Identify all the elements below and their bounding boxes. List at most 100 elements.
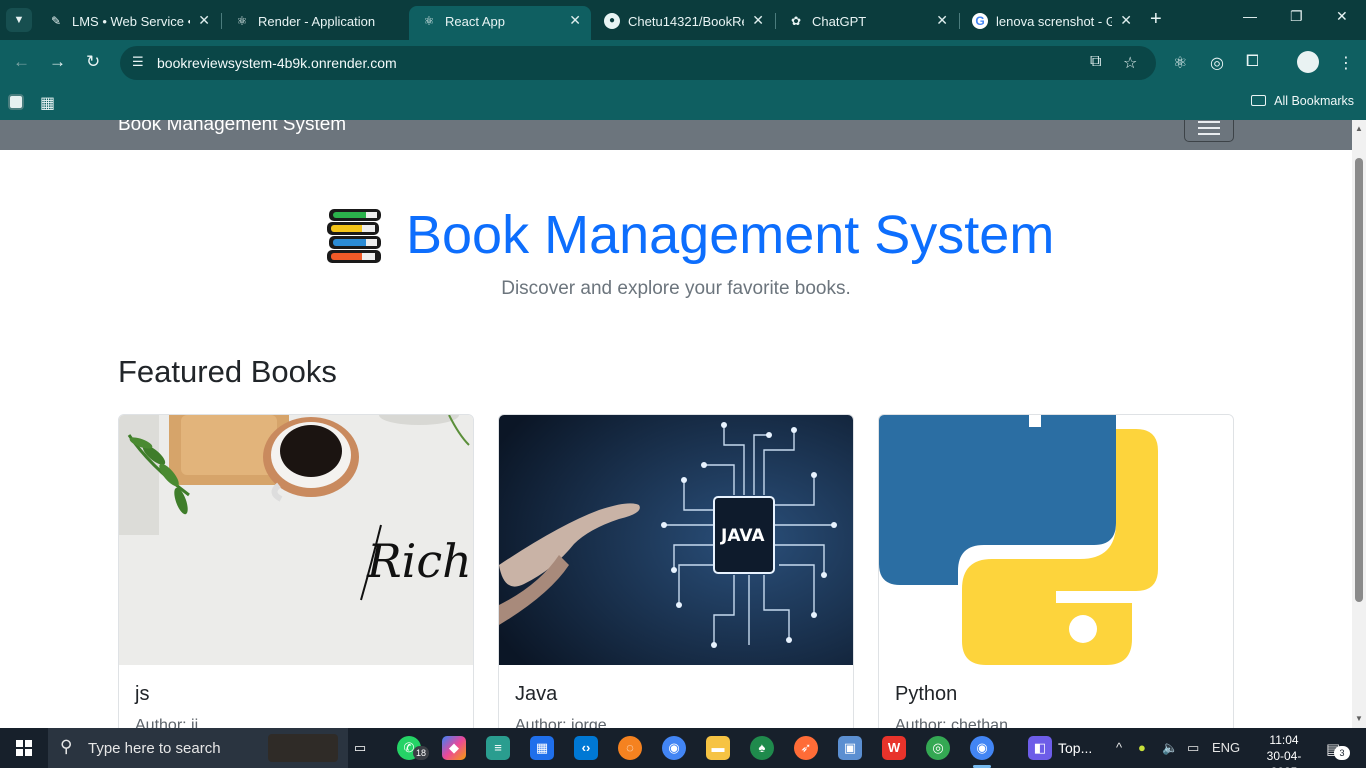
url-text[interactable]: bookreviewsystem-4b9k.onrender.com — [157, 55, 397, 71]
app-square-icon[interactable] — [8, 94, 24, 110]
microsoft-store-icon[interactable]: ▦ — [530, 736, 554, 760]
hero-title: Book Management System — [406, 205, 1055, 265]
search-placeholder: Type here to search — [88, 740, 221, 757]
taskbar: ⚲ Type here to search ▭ ✆ 18 ◆ ≡ ▦ ‹› ◌ … — [0, 728, 1366, 779]
install-app-icon[interactable]: ⧉ — [1090, 53, 1101, 71]
react-icon: ⚛ — [423, 14, 435, 28]
book-title: Java — [515, 683, 558, 705]
tab-lms[interactable]: ✎ LMS • Web Service • ✕ — [36, 6, 220, 40]
tab-title: React App — [445, 14, 505, 29]
restore-button[interactable]: ❐ — [1290, 8, 1303, 25]
forward-button[interactable]: → — [49, 52, 66, 72]
chrome-active-icon[interactable]: ◉ — [970, 736, 994, 760]
chrome-icon[interactable]: ◉ — [662, 736, 686, 760]
book-card-js[interactable]: Richa js Author: jj — [118, 414, 474, 728]
all-bookmarks-label: All Bookmarks — [1274, 94, 1354, 108]
apps-grid-icon[interactable]: ▦ — [40, 93, 55, 113]
taskbar-search[interactable]: ⚲ Type here to search — [48, 728, 348, 768]
book-author: Author: chethan — [895, 717, 1008, 728]
render-icon: ✎ — [50, 14, 62, 28]
bookmark-star-icon[interactable]: ☆ — [1123, 53, 1137, 73]
tab-title: Render - Application Lo — [258, 14, 378, 29]
address-toolbar: ← → ↻ ☰ bookreviewsystem-4b9k.onrender.c… — [0, 40, 1366, 86]
tab-title: ChatGPT — [812, 14, 867, 29]
new-tab-button[interactable]: + — [1150, 8, 1162, 31]
close-icon[interactable]: ✕ — [1120, 12, 1132, 29]
search-highlight-image — [268, 734, 338, 762]
windows-start-icon[interactable] — [16, 740, 32, 756]
google-icon: G — [972, 13, 988, 29]
chrome-profile-icon[interactable]: ◎ — [926, 736, 950, 760]
react-devtools-icon[interactable]: ⚛ — [1173, 53, 1187, 73]
image-viewer-icon[interactable]: ▣ — [838, 736, 862, 760]
tab-search-button[interactable]: ▼ — [6, 8, 32, 32]
scroll-down-icon[interactable]: ▼ — [1355, 714, 1363, 723]
tab-render[interactable]: ⚛ Render - Application Lo — [222, 6, 408, 40]
wps-office-icon[interactable]: W — [882, 736, 906, 760]
taskbar-app-label[interactable]: Top... — [1058, 740, 1092, 756]
tab-google[interactable]: G lenova screnshot - Go ✕ — [960, 6, 1142, 40]
hero-subtitle: Discover and explore your favorite books… — [501, 278, 851, 299]
app-stack-icon[interactable]: ≡ — [486, 736, 510, 760]
tab-react-app[interactable]: ⚛ React App ✕ — [409, 6, 591, 40]
reload-button[interactable]: ↻ — [86, 52, 100, 72]
back-button[interactable]: ← — [13, 52, 30, 72]
tab-chatgpt[interactable]: ✿ ChatGPT ✕ — [776, 6, 958, 40]
close-icon[interactable]: ✕ — [569, 12, 581, 29]
scrollbar-thumb[interactable] — [1355, 158, 1363, 602]
language-indicator[interactable]: ENG — [1212, 740, 1240, 755]
close-icon[interactable]: ✕ — [752, 12, 764, 29]
book-author: Author: jorge — [515, 717, 607, 728]
omnibox[interactable]: ☰ bookreviewsystem-4b9k.onrender.com ⧉ ☆ — [120, 46, 1156, 80]
tab-title: Chetu14321/BookRev — [628, 14, 744, 29]
navbar-brand[interactable]: Book Management System — [118, 120, 346, 136]
extension-record-icon[interactable]: ◎ — [1210, 53, 1224, 73]
taskbar-clock[interactable]: 11:04 30-04-2025 — [1256, 732, 1312, 780]
tray-overflow-icon[interactable]: ^ — [1116, 740, 1122, 755]
github-icon: ● — [604, 13, 620, 29]
folder-icon — [1251, 95, 1267, 106]
site-info-icon[interactable]: ☰ — [132, 54, 150, 72]
menu-kebab-icon[interactable]: ⋮ — [1338, 53, 1354, 73]
clock-time: 11:04 — [1269, 733, 1299, 747]
clock-date: 30-04-2025 — [1266, 749, 1302, 779]
mongodb-icon[interactable]: ♠ — [750, 736, 774, 760]
close-window-button[interactable]: ✕ — [1336, 8, 1348, 25]
book-cover-image: JAVA — [499, 415, 853, 665]
profile-avatar[interactable] — [1297, 51, 1319, 73]
close-icon[interactable]: ✕ — [936, 12, 948, 29]
page-viewport: Book Management System Book Management S… — [0, 120, 1352, 728]
site-navbar: Book Management System — [0, 120, 1352, 150]
battery-icon[interactable]: ▭ — [1187, 740, 1199, 756]
books-stack-icon — [327, 209, 381, 263]
book-cover-image: Richa — [119, 415, 473, 665]
jupyter-icon[interactable]: ◌ — [618, 736, 642, 760]
tray-app-icon[interactable]: ● — [1138, 740, 1146, 755]
vscode-icon[interactable]: ‹› — [574, 736, 598, 760]
scroll-up-icon[interactable]: ▲ — [1355, 124, 1363, 133]
tab-github[interactable]: ● Chetu14321/BookRev ✕ — [592, 6, 774, 40]
all-bookmarks[interactable]: All Bookmarks — [1251, 94, 1354, 108]
tab-title: LMS • Web Service • — [72, 14, 190, 29]
cover-signature: Richa — [366, 534, 473, 588]
book-author: Author: jj — [135, 717, 199, 728]
postman-icon[interactable]: ➶ — [794, 736, 818, 760]
close-icon[interactable]: ✕ — [198, 12, 210, 29]
extensions-puzzle-icon[interactable]: ⧠ — [1246, 53, 1259, 71]
copilot-icon[interactable]: ◆ — [442, 736, 466, 760]
page-scrollbar[interactable]: ▲ ▼ — [1352, 120, 1366, 728]
notification-count: 3 — [1334, 746, 1350, 760]
volume-icon[interactable]: 🔈 — [1162, 740, 1178, 756]
book-card-java[interactable]: JAVA Java Author: jorge — [498, 414, 854, 728]
react-icon: ⚛ — [236, 14, 248, 28]
book-title: js — [135, 683, 150, 705]
book-title: Python — [895, 683, 958, 705]
section-title: Featured Books — [118, 354, 337, 389]
file-explorer-icon[interactable]: ▬ — [706, 736, 730, 760]
task-view-icon[interactable]: ▭ — [348, 736, 372, 760]
navbar-toggler-button[interactable] — [1184, 120, 1234, 142]
app-launcher-icon[interactable]: ◧ — [1028, 736, 1052, 760]
minimize-button[interactable]: — — [1243, 8, 1257, 24]
tab-title: lenova screnshot - Go — [996, 14, 1112, 29]
book-card-python[interactable]: Python Author: chethan — [878, 414, 1234, 728]
